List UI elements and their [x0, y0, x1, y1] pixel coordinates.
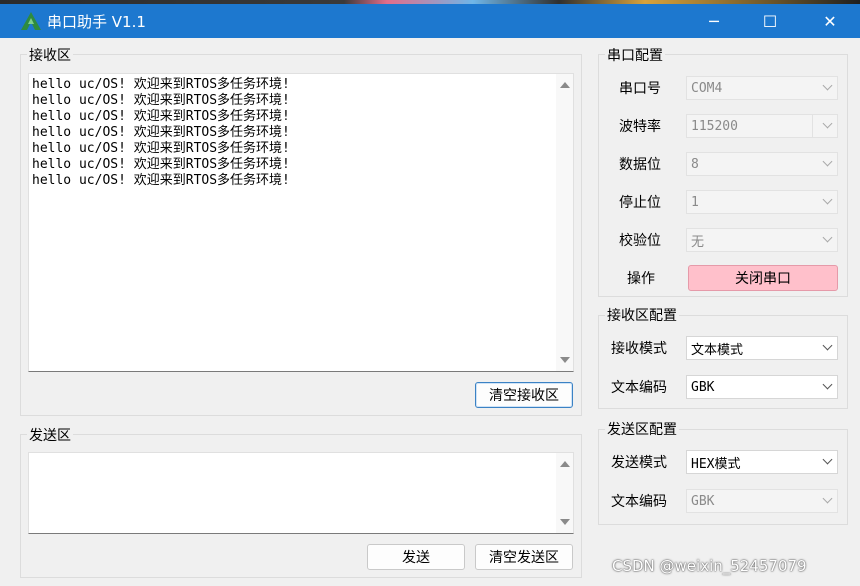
- chevron-down-icon: [822, 232, 833, 243]
- parity-value: 无: [691, 234, 705, 250]
- receive-mode-label: 接收模式: [611, 341, 667, 357]
- baud-select[interactable]: 115200: [686, 114, 838, 138]
- chevron-down-icon: [822, 454, 833, 465]
- chevron-down-icon: [822, 379, 833, 390]
- scroll-down-icon[interactable]: [560, 357, 570, 363]
- receive-group-title: 接收区: [27, 45, 73, 65]
- send-scrollbar[interactable]: [556, 453, 573, 533]
- chevron-down-icon: [822, 493, 833, 504]
- watermark: CSDN @weixin_52457079: [612, 557, 807, 575]
- title-bar[interactable]: 串口助手 V1.1 ─ ☐ ✕: [0, 4, 860, 38]
- maximize-button[interactable]: ☐: [742, 4, 798, 38]
- receive-config-title: 接收区配置: [605, 305, 679, 325]
- send-mode-value: HEX模式: [691, 456, 741, 472]
- port-select[interactable]: COM4: [686, 76, 838, 100]
- receive-scrollbar[interactable]: [556, 74, 573, 371]
- chevron-down-icon: [822, 194, 833, 205]
- port-value: COM4: [691, 80, 723, 96]
- databits-label: 数据位: [619, 157, 661, 173]
- serial-config-title: 串口配置: [605, 45, 665, 65]
- send-encoding-label: 文本编码: [611, 494, 667, 510]
- receive-encoding-value: GBK: [691, 379, 715, 395]
- receive-textarea[interactable]: hello uc/OS! 欢迎来到RTOS多任务环境! hello uc/OS!…: [28, 73, 574, 372]
- maximize-icon: ☐: [762, 11, 778, 31]
- send-button[interactable]: 发送: [367, 544, 465, 570]
- scroll-up-icon[interactable]: [560, 82, 570, 88]
- chevron-down-icon: [822, 340, 833, 351]
- clear-receive-button[interactable]: 清空接收区: [475, 382, 573, 408]
- chevron-down-icon: [822, 118, 833, 129]
- close-serial-button[interactable]: 关闭串口: [688, 265, 838, 291]
- send-mode-select[interactable]: HEX模式: [686, 450, 838, 474]
- window-title: 串口助手 V1.1: [47, 13, 146, 31]
- send-group-title: 发送区: [27, 425, 73, 445]
- chevron-down-icon: [822, 80, 833, 91]
- app-logo-icon: [21, 12, 41, 30]
- send-encoding-value: GBK: [691, 493, 715, 509]
- send-encoding-select[interactable]: GBK: [686, 489, 838, 513]
- databits-select[interactable]: 8: [686, 152, 838, 176]
- chevron-down-icon: [822, 156, 833, 167]
- stopbits-value: 1: [691, 194, 699, 210]
- databits-value: 8: [691, 156, 699, 172]
- port-label: 串口号: [619, 81, 661, 97]
- parity-label: 校验位: [619, 233, 661, 249]
- stopbits-select[interactable]: 1: [686, 190, 838, 214]
- send-textarea[interactable]: [28, 452, 574, 534]
- receive-mode-select[interactable]: 文本模式: [686, 336, 838, 360]
- clear-send-button[interactable]: 清空发送区: [475, 544, 573, 570]
- close-button[interactable]: ✕: [802, 4, 858, 38]
- receive-mode-value: 文本模式: [691, 342, 744, 358]
- send-config-title: 发送区配置: [605, 419, 679, 439]
- stopbits-label: 停止位: [619, 195, 661, 211]
- baud-value: 115200: [691, 118, 738, 134]
- scroll-down-icon[interactable]: [560, 519, 570, 525]
- minimize-button[interactable]: ─: [686, 4, 742, 38]
- receive-encoding-label: 文本编码: [611, 380, 667, 396]
- send-mode-label: 发送模式: [611, 455, 667, 471]
- operation-label: 操作: [627, 271, 655, 287]
- baud-label: 波特率: [619, 119, 661, 135]
- parity-select[interactable]: 无: [686, 228, 838, 252]
- receive-encoding-select[interactable]: GBK: [686, 375, 838, 399]
- close-icon: ✕: [823, 11, 837, 31]
- minimize-icon: ─: [709, 11, 719, 31]
- receive-text: hello uc/OS! 欢迎来到RTOS多任务环境! hello uc/OS!…: [32, 77, 290, 188]
- scroll-up-icon[interactable]: [560, 461, 570, 467]
